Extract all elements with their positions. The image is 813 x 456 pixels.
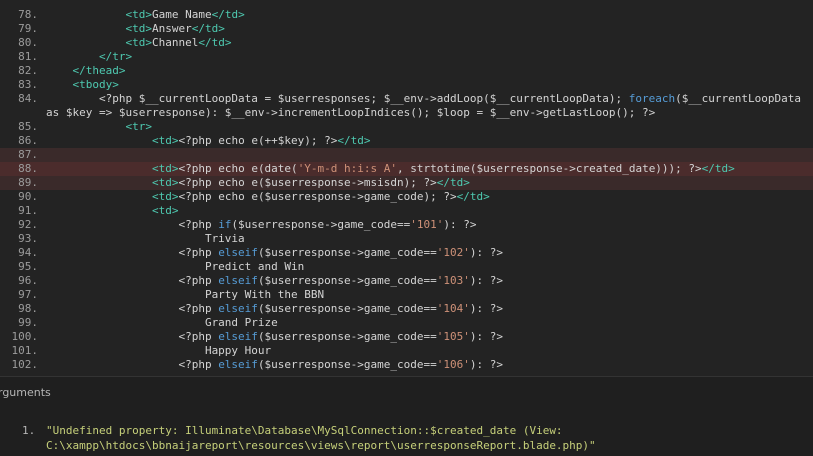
code-text: <td>Game Name</td> [125, 8, 245, 21]
code-text: <td><?php echo e(++$key); ?></td> [151, 134, 371, 147]
code-line: 86. <td><?php echo e(++$key); ?></td> [0, 134, 813, 148]
code-line: 79. <td>Answer</td> [0, 22, 813, 36]
line-number: 102. [11, 358, 39, 371]
line-number: 88. [18, 162, 38, 175]
code-line: 97. Party With the BBN [0, 288, 813, 302]
line-number: 80. [18, 36, 38, 49]
code-text: <?php elseif($userresponse->game_code=='… [46, 358, 503, 371]
code-text: <td><?php echo e($userresponse->msisdn);… [151, 176, 470, 189]
code-line: 87. [0, 148, 813, 162]
line-number: 95. [18, 260, 38, 273]
code-line: 88. <td><?php echo e(date('Y-m-d h:i:s A… [0, 162, 813, 176]
code-line: 91. <td> [0, 204, 813, 218]
code-text: Party With the BBN [46, 288, 325, 301]
code-text: <td><?php echo e($userresponse->game_cod… [151, 190, 490, 203]
line-number: 93. [18, 232, 38, 245]
code-text: Trivia [46, 232, 245, 245]
code-line: 92. <?php if($userresponse->game_code=='… [0, 218, 813, 232]
line-number: 99. [18, 316, 38, 329]
code-text: <?php elseif($userresponse->game_code=='… [46, 274, 503, 287]
line-number: 84. [18, 92, 38, 105]
line-number: 100. [11, 330, 39, 343]
code-text: <?php if($userresponse->game_code=='101'… [46, 218, 477, 231]
line-number: 81. [18, 50, 38, 63]
code-text: <td>Channel</td> [125, 36, 232, 49]
code-line: 95. Predict and Win [0, 260, 813, 274]
argument-text[interactable]: "Undefined property: Illuminate\Database… [46, 423, 806, 453]
line-number: 79. [18, 22, 38, 35]
line-number: 87. [18, 148, 38, 161]
line-number: 89. [18, 176, 38, 189]
code-text: <td>Answer</td> [125, 22, 225, 35]
line-number: 82. [18, 64, 38, 77]
code-text: <td> [151, 204, 179, 217]
code-text: Happy Hour [46, 344, 272, 357]
code-line: 102. <?php elseif($userresponse->game_co… [0, 358, 813, 372]
line-number: 96. [18, 274, 38, 287]
argument-number: 1. [22, 424, 36, 437]
code-line: 81. </tr> [0, 50, 813, 64]
code-text: <tr> [125, 120, 152, 133]
code-line: 98. <?php elseif($userresponse->game_cod… [0, 302, 813, 316]
arguments-panel: rguments 1. "Undefined property: Illumin… [0, 377, 813, 456]
code-line: 80. <td>Channel</td> [0, 36, 813, 50]
code-text: <?php elseif($userresponse->game_code=='… [46, 246, 503, 259]
code-line: 85. <tr> [0, 120, 813, 134]
code-text: </tr> [98, 50, 133, 63]
line-number: 97. [18, 288, 38, 301]
code-text: Grand Prize [46, 316, 278, 329]
code-line: 101. Happy Hour [0, 344, 813, 358]
line-number: 83. [18, 78, 38, 91]
line-number: 101. [11, 344, 39, 357]
code-line: 84. <?php $__currentLoopData = $userresp… [0, 92, 813, 106]
code-line: 89. <td><?php echo e($userresponse->msis… [0, 176, 813, 190]
code-text: </thead> [72, 64, 126, 77]
code-line: 99. Grand Prize [0, 316, 813, 330]
code-line: 82. </thead> [0, 64, 813, 78]
code-text: <?php $__currentLoopData = $userresponse… [46, 92, 801, 105]
code-line: 100. <?php elseif($userresponse->game_co… [0, 330, 813, 344]
code-line: 90. <td><?php echo e($userresponse->game… [0, 190, 813, 204]
code-text: <tbody> [72, 78, 119, 91]
line-number: 85. [18, 120, 38, 133]
code-text: <td><?php echo e(date('Y-m-d h:i:s A', s… [151, 162, 735, 175]
line-number: 91. [18, 204, 38, 217]
line-number: 94. [18, 246, 38, 259]
code-text: as $key => $userresponse): $__env->incre… [46, 106, 656, 119]
code-line: 96. <?php elseif($userresponse->game_cod… [0, 274, 813, 288]
line-number: 78. [18, 8, 38, 21]
code-text: <?php elseif($userresponse->game_code=='… [46, 302, 503, 315]
line-number: 86. [18, 134, 38, 147]
code-line: as $key => $userresponse): $__env->incre… [0, 106, 813, 120]
code-line: 78. <td>Game Name</td> [0, 8, 813, 22]
code-text: Predict and Win [46, 260, 305, 273]
code-line: 94. <?php elseif($userresponse->game_cod… [0, 246, 813, 260]
code-line: 93. Trivia [0, 232, 813, 246]
line-number: 90. [18, 190, 38, 203]
code-line: 83. <tbody> [0, 78, 813, 92]
code-text: <?php elseif($userresponse->game_code=='… [46, 330, 503, 343]
line-number: 92. [18, 218, 38, 231]
code-lines: 78. <td>Game Name</td> 79. <td>Answer</td… [0, 8, 813, 372]
line-number: 98. [18, 302, 38, 315]
arguments-title: rguments [0, 386, 51, 399]
code-viewer: 78. <td>Game Name</td> 79. <td>Answer</td… [0, 0, 813, 376]
